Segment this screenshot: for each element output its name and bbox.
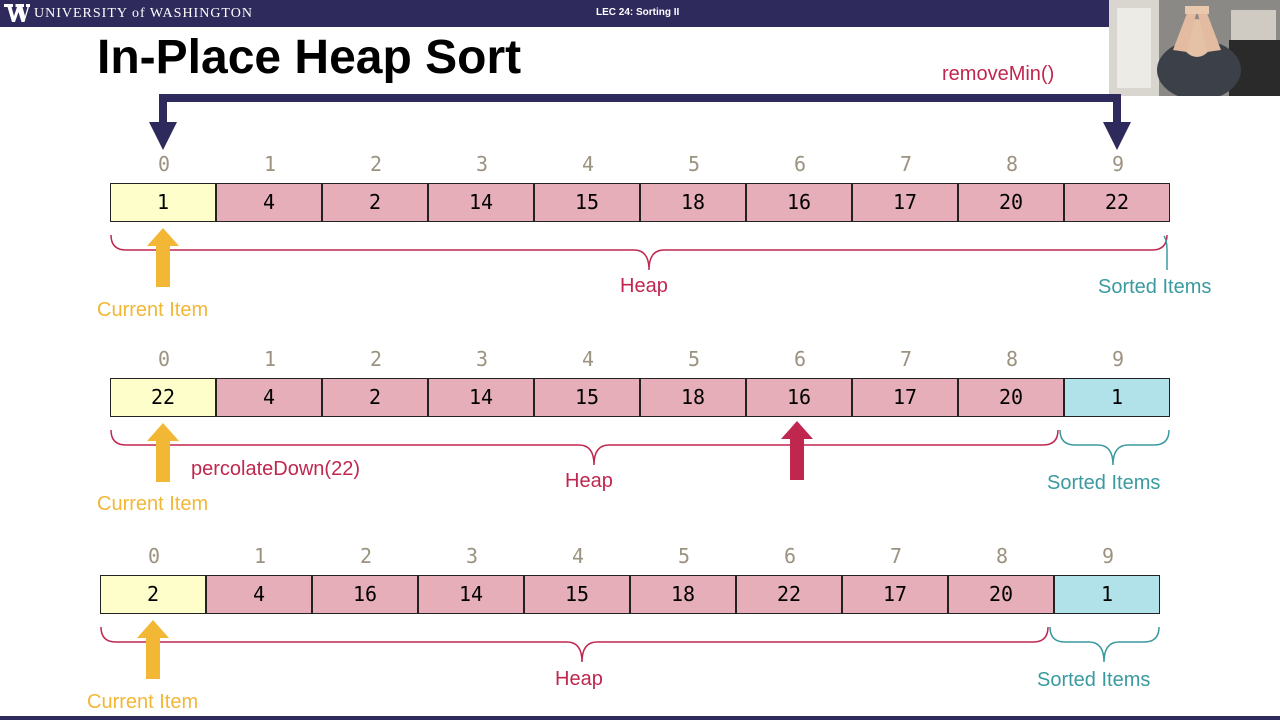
- index-label: 4: [571, 544, 585, 568]
- index-label: 1: [263, 347, 277, 371]
- array-cell-sorted: 1: [1054, 575, 1160, 614]
- array-cell-heap: 22: [736, 575, 842, 614]
- array-cell-heap: 20: [958, 378, 1064, 417]
- up-arrow-icon: [781, 421, 813, 480]
- index-label: 1: [253, 544, 267, 568]
- array-cell-heap: 20: [948, 575, 1054, 614]
- percolate-down-label: percolateDown(22): [191, 458, 360, 480]
- index-label: 7: [899, 152, 913, 176]
- index-label: 6: [783, 544, 797, 568]
- array-cell-current: 2: [100, 575, 206, 614]
- index-label: 8: [1005, 347, 1019, 371]
- index-label: 0: [157, 152, 171, 176]
- array-cell-heap: 15: [524, 575, 630, 614]
- index-label: 5: [687, 152, 701, 176]
- sorted-items-label: Sorted Items: [1037, 669, 1151, 691]
- array-cell-heap: 14: [428, 378, 534, 417]
- sorted-brace-1: [1163, 235, 1168, 270]
- heap-label: Heap: [555, 668, 603, 690]
- array-cell-heap: 14: [428, 183, 534, 222]
- current-item-label: Current Item: [97, 299, 209, 321]
- index-label: 5: [687, 347, 701, 371]
- array-cell-heap: 22: [1064, 183, 1170, 222]
- index-label: 2: [369, 152, 383, 176]
- down-arrow-icon: [149, 122, 177, 150]
- index-label: 9: [1111, 152, 1125, 176]
- current-item-label: Current Item: [97, 493, 209, 515]
- down-arrow-icon: [1103, 122, 1131, 150]
- array-cell-heap: 16: [746, 378, 852, 417]
- up-arrow-icon: [147, 423, 179, 482]
- index-label: 2: [369, 347, 383, 371]
- index-label: 3: [475, 152, 489, 176]
- array-cell-current: 22: [110, 378, 216, 417]
- array-cell-heap: 20: [958, 183, 1064, 222]
- array-cell-heap: 16: [312, 575, 418, 614]
- index-label: 1: [263, 152, 277, 176]
- array-cell-heap: 4: [206, 575, 312, 614]
- array-cell-sorted: 1: [1064, 378, 1170, 417]
- index-label: 3: [465, 544, 479, 568]
- sorted-items-label: Sorted Items: [1098, 276, 1212, 298]
- array-cell-heap: 4: [216, 183, 322, 222]
- index-label: 8: [995, 544, 1009, 568]
- up-arrow-icon: [137, 620, 169, 679]
- index-label: 2: [359, 544, 373, 568]
- heap-label: Heap: [565, 470, 613, 492]
- heap-brace-1: [110, 234, 1168, 271]
- array-cell-heap: 16: [746, 183, 852, 222]
- array-cell-heap: 17: [852, 183, 958, 222]
- bottom-rule: [0, 716, 1280, 720]
- index-label: 9: [1101, 544, 1115, 568]
- array-cell-heap: 18: [630, 575, 736, 614]
- sorted-items-label: Sorted Items: [1047, 472, 1161, 494]
- index-label: 5: [677, 544, 691, 568]
- index-label: 3: [475, 347, 489, 371]
- array-cell-heap: 17: [852, 378, 958, 417]
- index-label: 7: [889, 544, 903, 568]
- index-label: 0: [147, 544, 161, 568]
- index-label: 6: [793, 152, 807, 176]
- index-label: 8: [1005, 152, 1019, 176]
- swap-bracket: [149, 94, 1131, 150]
- array-cell-heap: 15: [534, 378, 640, 417]
- index-label: 0: [157, 347, 171, 371]
- index-label: 4: [581, 347, 595, 371]
- array-cell-heap: 2: [322, 378, 428, 417]
- up-arrow-icon: [147, 228, 179, 287]
- index-label: 6: [793, 347, 807, 371]
- current-item-label: Current Item: [87, 691, 199, 713]
- sorted-brace-3: [1049, 626, 1160, 663]
- heap-brace-3: [100, 626, 1049, 663]
- sorted-brace-2: [1059, 429, 1170, 466]
- array-cell-heap: 14: [418, 575, 524, 614]
- array-cell-heap: 18: [640, 183, 746, 222]
- array-cell-heap: 4: [216, 378, 322, 417]
- heap-label: Heap: [620, 275, 668, 297]
- index-label: 7: [899, 347, 913, 371]
- array-cell-heap: 2: [322, 183, 428, 222]
- index-label: 9: [1111, 347, 1125, 371]
- index-label: 4: [581, 152, 595, 176]
- array-cell-current: 1: [110, 183, 216, 222]
- array-cell-heap: 15: [534, 183, 640, 222]
- array-cell-heap: 17: [842, 575, 948, 614]
- array-cell-heap: 18: [640, 378, 746, 417]
